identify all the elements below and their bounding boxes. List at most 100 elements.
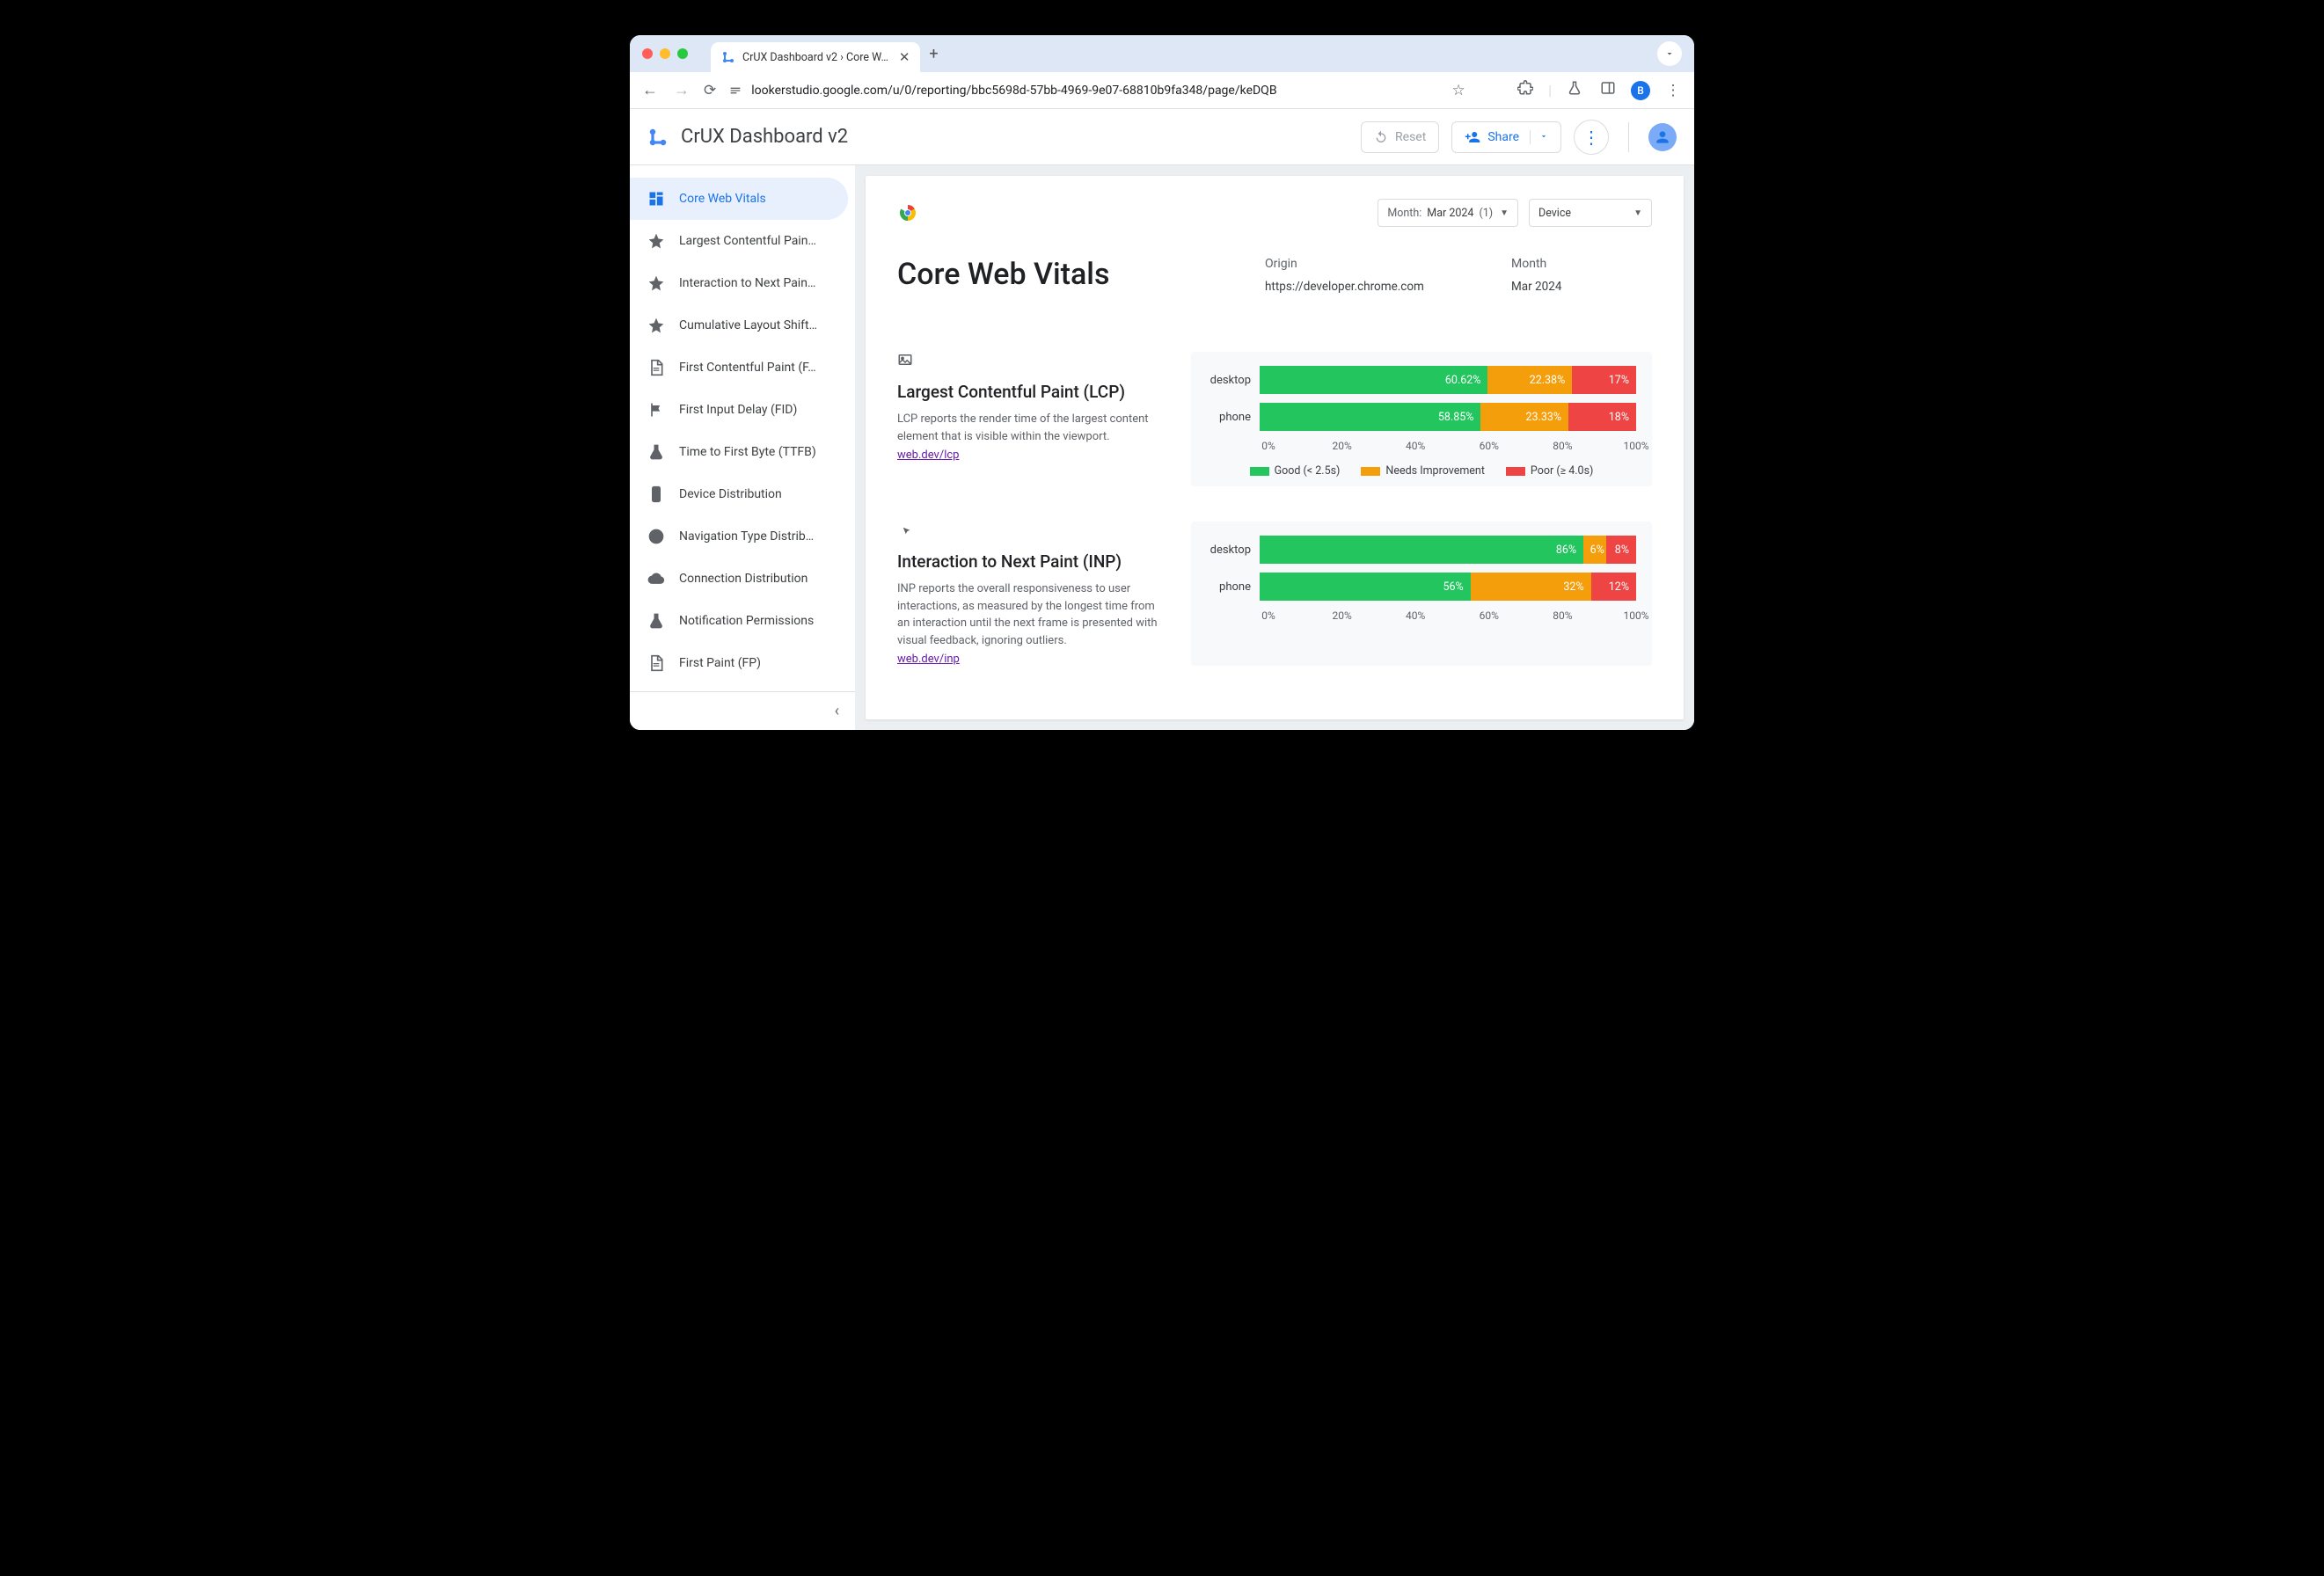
inp-phone-poor: 12%: [1591, 573, 1636, 601]
sidebar-item-core-web-vitals[interactable]: Core Web Vitals: [630, 178, 848, 220]
bookmark-icon[interactable]: ☆: [1448, 82, 1469, 99]
labs-flask-icon[interactable]: [1564, 80, 1585, 100]
back-button[interactable]: ←: [640, 81, 660, 99]
inp-phone-label: phone: [1207, 580, 1260, 594]
url-text: lookerstudio.google.com/u/0/reporting/bb…: [751, 84, 1276, 98]
reset-button[interactable]: Reset: [1361, 121, 1439, 153]
month-value: Mar 2024: [1511, 280, 1652, 294]
sidebar-item-label: Interaction to Next Pain…: [679, 276, 815, 290]
sidebar-item-label: First Input Delay (FID): [679, 403, 797, 417]
reload-button[interactable]: ⟳: [704, 82, 716, 99]
sidebar-item-label: First Paint (FP): [679, 656, 761, 670]
chevron-down-icon: ▼: [1500, 208, 1509, 218]
browser-tab[interactable]: CrUX Dashboard v2 › Core W… ✕: [711, 42, 920, 72]
origin-label: Origin: [1265, 257, 1494, 271]
lookerstudio-favicon-icon: [721, 50, 735, 64]
crux-logo-icon: [897, 202, 918, 223]
undo-icon: [1374, 130, 1388, 144]
sidebar-item-label: Notification Permissions: [679, 614, 814, 628]
sidebar-item-label: Time to First Byte (TTFB): [679, 445, 816, 459]
sidebar-item-connection-distribution[interactable]: Connection Distribution: [630, 558, 848, 600]
lcp-phone-poor: 18%: [1568, 403, 1636, 431]
sidebar-item-interaction-to-next-pain[interactable]: Interaction to Next Pain…: [630, 262, 848, 304]
inp-desktop-ni: 6%: [1583, 536, 1606, 564]
report-canvas-wrap[interactable]: Month: Mar 2024 (1) ▼ Device ▼ Core Web …: [855, 165, 1694, 730]
app-title: CrUX Dashboard v2: [681, 126, 1348, 148]
sidebar-item-label: Connection Distribution: [679, 572, 808, 586]
maximize-window-icon[interactable]: [677, 48, 688, 59]
inp-desktop-poor: 8%: [1606, 536, 1636, 564]
new-tab-button[interactable]: +: [929, 45, 938, 63]
sidebar-collapse-button[interactable]: ‹: [630, 691, 855, 730]
sidebar-item-time-to-first-byte-ttfb[interactable]: Time to First Byte (TTFB): [630, 431, 848, 473]
month-filter-count: (1): [1479, 207, 1493, 220]
lcp-phone-row: phone 58.85% 23.33% 18%: [1207, 403, 1636, 431]
site-settings-icon[interactable]: [728, 84, 742, 98]
sidebar-item-first-paint-fp[interactable]: First Paint (FP): [630, 642, 848, 684]
share-label: Share: [1487, 130, 1519, 144]
side-panel-icon[interactable]: [1597, 80, 1619, 100]
sidebar-list: Core Web Vitals Largest Contentful Pain… I…: [630, 165, 855, 691]
sidebar-item-device-distribution[interactable]: Device Distribution: [630, 473, 848, 515]
chevron-down-icon: ▼: [1633, 208, 1642, 218]
user-avatar[interactable]: [1648, 123, 1677, 151]
sidebar-item-label: Core Web Vitals: [679, 192, 766, 206]
profile-avatar[interactable]: B: [1631, 81, 1650, 100]
inp-phone-bar[interactable]: 56% 32% 12%: [1260, 573, 1636, 601]
metric-lcp-link[interactable]: web.dev/lcp: [897, 449, 959, 462]
extensions-puzzle-icon[interactable]: [1515, 80, 1536, 100]
month-filter[interactable]: Month: Mar 2024 (1) ▼: [1378, 199, 1518, 227]
close-window-icon[interactable]: [642, 48, 653, 59]
titlebar: CrUX Dashboard v2 › Core W… ✕ +: [630, 35, 1694, 72]
inp-phone-ni: 32%: [1471, 573, 1591, 601]
lcp-phone-bar[interactable]: 58.85% 23.33% 18%: [1260, 403, 1636, 431]
sidebar-item-notification-permissions[interactable]: Notification Permissions: [630, 600, 848, 642]
browser-menu-icon[interactable]: ⋮: [1663, 82, 1684, 99]
sidebar-item-label: First Contentful Paint (F…: [679, 361, 816, 375]
inp-chart: desktop 86% 6% 8% phone 56% 32%: [1191, 522, 1652, 666]
person-icon: [1654, 128, 1671, 146]
traffic-lights: [642, 48, 688, 59]
inp-desktop-good: 86%: [1260, 536, 1583, 564]
page-title: Core Web Vitals: [897, 257, 1247, 292]
sidebar-item-first-input-delay-fid[interactable]: First Input Delay (FID): [630, 389, 848, 431]
legend-good: Good (< 2.5s): [1250, 464, 1341, 478]
month-filter-value: Mar 2024: [1427, 207, 1473, 220]
sidebar-item-navigation-type-distrib[interactable]: Navigation Type Distrib…: [630, 515, 848, 558]
more-options-button[interactable]: ⋮: [1574, 120, 1609, 155]
address-field[interactable]: lookerstudio.google.com/u/0/reporting/bb…: [728, 84, 1436, 98]
lcp-desktop-row: desktop 60.62% 22.38% 17%: [1207, 366, 1636, 394]
app-header: CrUX Dashboard v2 Reset Share ⋮: [630, 109, 1694, 165]
share-button[interactable]: Share: [1451, 121, 1561, 153]
metric-inp-title: Interaction to Next Paint (INP): [897, 551, 1170, 572]
chevron-down-icon: [1664, 48, 1675, 59]
cursor-click-icon: [897, 522, 1170, 541]
canvas-top: Month: Mar 2024 (1) ▼ Device ▼: [897, 199, 1652, 227]
month-filter-label: Month:: [1387, 207, 1421, 220]
metric-inp-link[interactable]: web.dev/inp: [897, 653, 960, 666]
browser-window: CrUX Dashboard v2 › Core W… ✕ + ← → ⟳ lo…: [630, 35, 1694, 730]
sidebar-item-label: Cumulative Layout Shift…: [679, 318, 817, 332]
inp-desktop-row: desktop 86% 6% 8%: [1207, 536, 1636, 564]
month-meta: Month Mar 2024: [1494, 257, 1652, 294]
reset-label: Reset: [1395, 130, 1426, 144]
origin-meta: Origin https://developer.chrome.com: [1247, 257, 1494, 294]
sidebar-item-cumulative-layout-shift[interactable]: Cumulative Layout Shift…: [630, 304, 848, 347]
lcp-chart: desktop 60.62% 22.38% 17% phone 58.85%: [1191, 352, 1652, 486]
metric-lcp-desc: LCP reports the render time of the large…: [897, 411, 1170, 445]
image-icon: [897, 352, 1170, 371]
minimize-window-icon[interactable]: [660, 48, 670, 59]
inp-desktop-bar[interactable]: 86% 6% 8%: [1260, 536, 1636, 564]
sidebar-item-largest-contentful-pain[interactable]: Largest Contentful Pain…: [630, 220, 848, 262]
person-add-icon: [1465, 129, 1480, 145]
sidebar-item-first-contentful-paint-f[interactable]: First Contentful Paint (F…: [630, 347, 848, 389]
lcp-desktop-bar[interactable]: 60.62% 22.38% 17%: [1260, 366, 1636, 394]
lcp-legend: Good (< 2.5s) Needs Improvement Poor (≥ …: [1207, 464, 1636, 478]
device-filter[interactable]: Device ▼: [1529, 199, 1652, 227]
close-tab-icon[interactable]: ✕: [899, 49, 910, 65]
tabs-overflow-button[interactable]: [1657, 41, 1682, 66]
share-dropdown-icon[interactable]: [1530, 130, 1548, 144]
metric-inp-desc: INP reports the overall responsiveness t…: [897, 580, 1170, 649]
lcp-phone-ni: 23.33%: [1480, 403, 1568, 431]
forward-button[interactable]: →: [672, 81, 691, 99]
